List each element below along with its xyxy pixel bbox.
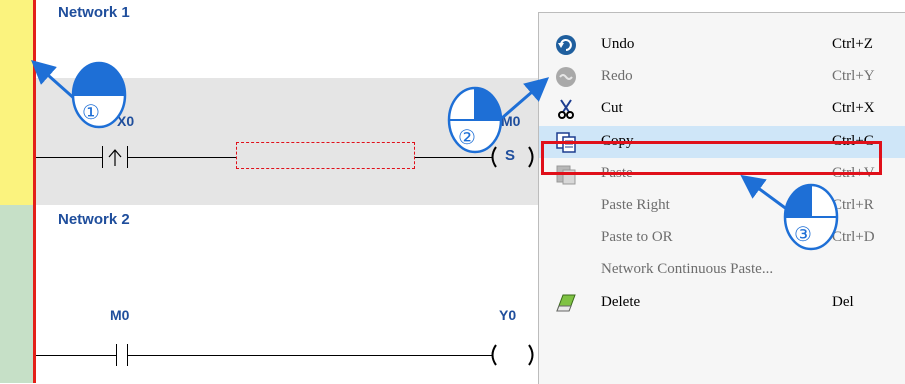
step-arrows (31, 60, 789, 212)
step2-number: ② (458, 125, 476, 149)
mouse-step1-icon: ① (70, 60, 128, 130)
mouse-step3-icon: ③ (782, 182, 840, 252)
step2-arrow (501, 77, 550, 120)
step3-number: ③ (794, 222, 812, 246)
mouse-step2-icon: ② (446, 85, 504, 155)
step1-number: ① (82, 100, 100, 124)
